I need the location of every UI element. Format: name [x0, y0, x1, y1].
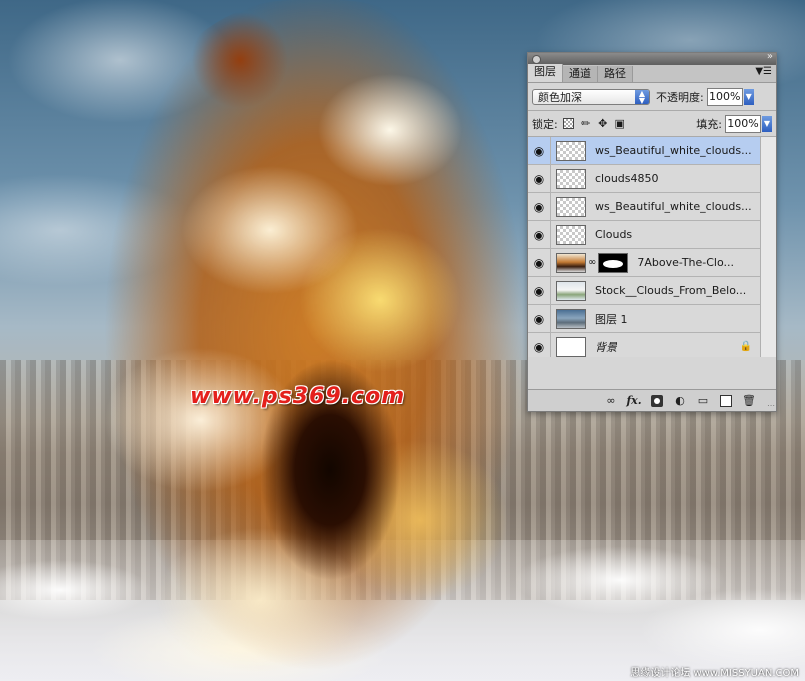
eye-icon[interactable]: ◉	[528, 305, 551, 332]
layer-thumbnail	[556, 196, 586, 217]
layer-thumbnail	[556, 308, 586, 329]
trash-icon[interactable]: 🗑	[742, 394, 756, 408]
folder-icon[interactable]: ▭	[696, 394, 710, 408]
layers-scrollbar[interactable]	[760, 137, 776, 357]
eye-icon[interactable]: ◉	[528, 277, 551, 304]
new-layer-icon[interactable]	[719, 394, 733, 408]
lock-icon: 🔒	[739, 341, 752, 352]
layer-name: Stock__Clouds_From_Belo...	[595, 284, 747, 297]
eye-icon[interactable]: ◉	[528, 249, 551, 276]
fx-icon[interactable]: fx.	[626, 394, 641, 408]
layer-name: 7Above-The-Clo...	[637, 256, 735, 269]
stepper-arrows-icon: ▲ ▼	[635, 89, 649, 104]
layer-name: ws_Beautiful_white_clouds...	[595, 144, 752, 157]
layer-thumbnail	[556, 224, 586, 245]
panel-footer: ∞ fx. ◐ ▭ 🗑 ⋯	[528, 389, 776, 411]
tab-layers[interactable]: 图层	[528, 64, 563, 82]
fill-input[interactable]: 100%	[725, 114, 761, 133]
eye-icon[interactable]: ◉	[528, 193, 551, 220]
tab-channels[interactable]: 通道	[563, 66, 598, 82]
chain-link-icon[interactable]: ∞	[588, 257, 596, 268]
layer-name: Clouds	[595, 228, 633, 241]
layer-row[interactable]: ◉ Stock__Clouds_From_Belo...	[528, 277, 760, 305]
close-icon[interactable]	[532, 55, 541, 64]
lock-all-icon[interactable]: ▣	[614, 117, 626, 130]
layer-name: 图层 1	[595, 312, 628, 326]
opacity-input[interactable]: 100%	[706, 87, 743, 106]
watermark-text: www.ps369.com	[190, 384, 406, 409]
opacity-dropdown-icon[interactable]: ▼	[743, 88, 754, 105]
adjustment-icon[interactable]: ◐	[673, 394, 687, 408]
blend-mode-select[interactable]: 颜色加深 ▲ ▼	[532, 88, 650, 105]
layer-row[interactable]: ◉ ws_Beautiful_white_clouds...	[528, 137, 760, 165]
lock-brush-icon[interactable]: ✏	[580, 117, 592, 130]
layer-thumbnail	[556, 168, 586, 189]
layer-row[interactable]: ◉ 图层 1	[528, 305, 760, 333]
eye-icon[interactable]: ◉	[528, 137, 551, 164]
layer-mask-thumbnail[interactable]	[598, 252, 629, 273]
resize-handle-icon[interactable]: ⋯	[767, 401, 775, 410]
layer-row[interactable]: ◉ 背景 🔒	[528, 333, 760, 357]
link-icon[interactable]: ∞	[604, 394, 618, 408]
panel-titlebar[interactable]: »	[528, 51, 776, 65]
mask-icon[interactable]	[650, 394, 664, 408]
tab-paths[interactable]: 路径	[598, 66, 633, 82]
blend-mode-value: 颜色加深	[538, 90, 582, 104]
layer-thumbnail	[556, 140, 586, 161]
eye-icon[interactable]: ◉	[528, 333, 551, 357]
double-chevron-right-icon[interactable]: »	[767, 51, 773, 62]
opacity-label: 不透明度:	[656, 90, 704, 104]
layer-thumbnail	[556, 336, 586, 357]
layer-name: clouds4850	[595, 172, 659, 185]
credit-text: 思缘设计论坛 www.MISSYUAN.COM	[630, 668, 799, 679]
layer-name: 背景	[595, 340, 617, 354]
fill-label: 填充:	[696, 117, 722, 131]
layer-thumbnail	[556, 252, 586, 273]
layer-row[interactable]: ◉ Clouds	[528, 221, 760, 249]
lock-label: 锁定:	[532, 117, 558, 131]
blend-row: 颜色加深 ▲ ▼ 不透明度: 100% ▼	[528, 83, 776, 111]
panel-tabs: 图层 通道 路径 ▼☰	[528, 64, 776, 83]
lock-move-icon[interactable]: ✥	[597, 117, 609, 130]
lock-transparency-icon[interactable]	[563, 118, 575, 130]
fill-dropdown-icon[interactable]: ▼	[762, 115, 772, 132]
layers-panel: » 图层 通道 路径 ▼☰ 颜色加深 ▲ ▼ 不透明度: 100% ▼ 锁定: ✏…	[527, 51, 777, 412]
explosion-cloud	[90, 0, 540, 681]
layer-thumbnail	[556, 280, 586, 301]
layer-name: ws_Beautiful_white_clouds...	[595, 200, 752, 213]
layer-row[interactable]: ◉ ∞ 7Above-The-Clo...	[528, 249, 760, 277]
eye-icon[interactable]: ◉	[528, 221, 551, 248]
lock-row: 锁定: ✏ ✥ ▣ 填充: 100% ▼	[528, 111, 776, 137]
layer-row[interactable]: ◉ clouds4850	[528, 165, 760, 193]
layer-row[interactable]: ◉ ws_Beautiful_white_clouds...	[528, 193, 760, 221]
eye-icon[interactable]: ◉	[528, 165, 551, 192]
panel-menu-icon[interactable]: ▼☰	[755, 66, 772, 77]
layers-list: ◉ ws_Beautiful_white_clouds... ◉ clouds4…	[528, 137, 776, 357]
